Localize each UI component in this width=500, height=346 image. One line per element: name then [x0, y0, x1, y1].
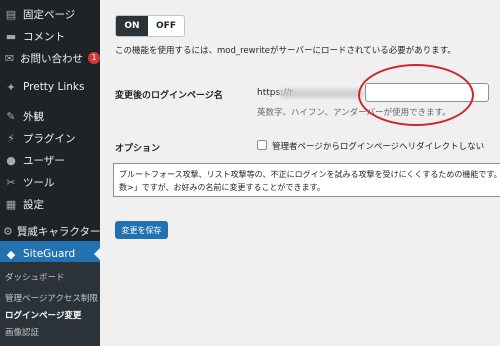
menu-item-label: SiteGuard: [23, 248, 76, 260]
admin-sidebar: ▤ 固定ページ ▬ コメント ✉ お問い合わせ 1 ✦ Pretty Links…: [0, 0, 100, 346]
submenu-captcha[interactable]: 画像認証: [5, 326, 39, 338]
menu-item-label: ユーザー: [23, 154, 65, 167]
comment-icon: ▬: [5, 29, 17, 43]
submenu-login-page-change[interactable]: ログインページ変更: [5, 309, 81, 321]
page-icon: ▤: [5, 7, 17, 21]
star-icon: ✦: [6, 80, 16, 94]
siteguard-icon: ◆: [6, 247, 16, 261]
plugin-icon: ⚡: [7, 131, 15, 145]
menu-item-label: プラグイン: [23, 132, 76, 145]
redirect-checkbox[interactable]: [257, 140, 267, 150]
description-box: ブルートフォース攻撃、リスト攻撃等の、不正にログインを試みる攻撃を受けにくくする…: [113, 163, 500, 197]
user-icon: ●: [6, 153, 16, 167]
menu-item-label: 賢威キャラクター: [16, 225, 100, 238]
main-content: ON OFF この機能を使用するには、mod_rewriteがサーバーにロードさ…: [100, 0, 500, 346]
description-line: 数>」ですが、お好みの名前に変更することができます。: [119, 183, 325, 192]
redirect-checkbox-label[interactable]: 管理者ページからログインページへリダイレクトしない: [272, 140, 484, 152]
menu-item-label: コメント: [23, 30, 65, 43]
toggle-off[interactable]: OFF: [148, 16, 184, 36]
save-button[interactable]: 変更を保存: [115, 221, 168, 239]
siteguard-submenu: ダッシュボード 管理ページアクセス制限 ログインページ変更 画像認証: [0, 262, 100, 346]
mod-rewrite-notice: この機能を使用するには、mod_rewriteがサーバーにロードされている必要が…: [115, 46, 456, 56]
menu-item-label: 外観: [23, 110, 44, 123]
gear-icon: ⚙: [3, 224, 13, 238]
wrench-icon: ✂: [6, 175, 16, 189]
notification-badge: 1: [88, 52, 100, 64]
toggle-on[interactable]: ON: [116, 16, 148, 36]
menu-item-label: お問い合わせ: [20, 52, 83, 65]
submenu-dashboard[interactable]: ダッシュボード: [5, 271, 65, 283]
submenu-admin-access-limit[interactable]: 管理ページアクセス制限: [5, 292, 98, 304]
option-label: オプション: [115, 144, 161, 154]
mail-icon: ✉: [4, 51, 15, 65]
menu-item-label: Pretty Links: [23, 81, 85, 93]
menu-item-contact[interactable]: ✉ お問い合わせ 1: [0, 45, 100, 71]
blurred-domain: [279, 89, 363, 98]
menu-item-settings[interactable]: ▦ 設定: [0, 191, 100, 217]
slug-hint: 英数字、ハイフン、アンダーバーが使用できます。: [257, 108, 451, 118]
feature-toggle[interactable]: ON OFF: [115, 15, 185, 37]
login-page-name-label: 変更後のログインページ名: [115, 91, 223, 101]
menu-item-label: 設定: [23, 198, 44, 211]
menu-item-label: ツール: [23, 176, 55, 189]
description-line: ブルートフォース攻撃、リスト攻撃等の、不正にログインを試みる攻撃を受けにくくする…: [119, 170, 500, 179]
login-slug-input[interactable]: [365, 83, 489, 102]
menu-item-label: 固定ページ: [23, 8, 76, 21]
menu-item-pretty-links[interactable]: ✦ Pretty Links: [0, 74, 100, 100]
settings-icon: ▦: [5, 197, 17, 211]
brush-icon: ✎: [6, 109, 16, 123]
